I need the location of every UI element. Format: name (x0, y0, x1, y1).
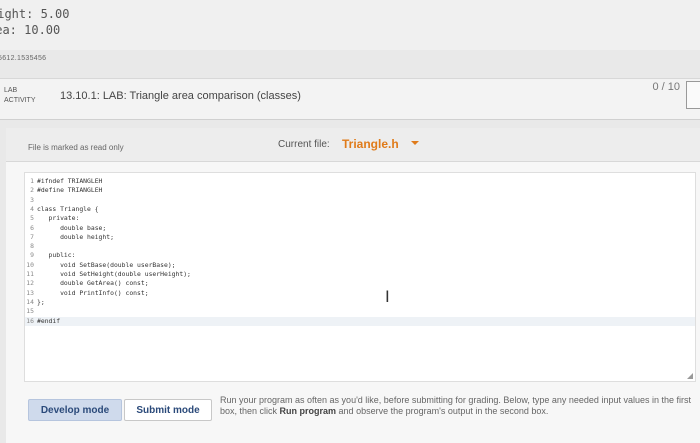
line-number: 14 (26, 297, 34, 306)
output-line-area: rea: 10.00 (0, 23, 61, 37)
code-line: 7 double height; (25, 233, 695, 242)
current-file-select[interactable]: Triangle.h (342, 137, 399, 151)
code-line: 12 double GetArea() const; (25, 279, 695, 288)
line-number: 10 (26, 260, 34, 269)
code-line: 9 public: (25, 251, 695, 260)
line-number: 7 (30, 232, 34, 241)
code-text: public: (37, 251, 76, 260)
badge-line-lab: LAB (4, 87, 18, 94)
code-text: void SetHeight(double userHeight); (37, 270, 191, 278)
line-number: 16 (26, 316, 34, 325)
line-number: 15 (26, 307, 34, 316)
code-line: 1 #ifndef TRIANGLEH (25, 177, 695, 186)
session-id: 5612.1535456 (0, 55, 47, 62)
chevron-down-icon[interactable] (411, 141, 419, 145)
resize-handle-icon[interactable] (687, 373, 693, 379)
code-line: 3 (25, 196, 695, 205)
line-number: 11 (26, 270, 34, 278)
output-line-height: eight: 5.00 (0, 7, 70, 21)
line-number: 4 (30, 204, 34, 213)
badge-line-activity: ACTIVITY (4, 97, 36, 104)
submit-mode-button[interactable]: Submit mode (124, 399, 212, 421)
code-line: 8 (25, 242, 695, 251)
current-file-label: Current file: (278, 139, 330, 150)
develop-mode-button[interactable]: Develop mode (28, 399, 122, 421)
mode-bar: Develop mode Submit mode Run your progra… (6, 392, 700, 443)
line-number: 5 (30, 214, 34, 223)
instructions-text-2: and observe the program's output in the … (336, 406, 549, 416)
text-cursor-icon: I (385, 287, 390, 306)
code-text: class Triangle { (37, 204, 99, 213)
run-instructions: Run your program as often as you'd like,… (220, 395, 694, 417)
line-number: 6 (30, 223, 34, 232)
code-text: double base; (37, 223, 107, 232)
line-number: 1 (30, 177, 34, 185)
line-number: 13 (26, 288, 34, 297)
line-number: 9 (30, 251, 34, 260)
code-line: 10 void SetBase(double userBase); (25, 261, 695, 270)
line-number: 3 (30, 195, 34, 204)
instructions-run-program: Run program (279, 406, 337, 416)
code-line: 6 double base; (25, 224, 695, 233)
program-output: eight: 5.00 rea: 10.00 (0, 0, 700, 50)
code-line: 2 #define TRIANGLEH (25, 186, 695, 195)
code-text: double height; (37, 232, 114, 241)
code-text: #endif (37, 316, 61, 325)
line-number: 2 (30, 186, 34, 195)
code-line: 5 private: (25, 214, 695, 223)
read-only-note: File is marked as read only (28, 143, 124, 152)
code-text: }; (37, 297, 45, 306)
code-line: 16 #endif (25, 316, 695, 326)
line-number: 8 (30, 242, 34, 251)
score-indicator (686, 81, 700, 109)
lab-content: File is marked as read only Current file… (6, 128, 700, 443)
code-text: void SetBase(double userBase); (37, 260, 176, 269)
code-line: 15 (25, 307, 695, 316)
code-text: double GetArea() const; (37, 279, 149, 288)
line-number: 12 (26, 279, 34, 288)
code-text: void PrintInfo() const; (37, 288, 149, 297)
lab-header: LAB ACTIVITY 13.10.1: LAB: Triangle area… (0, 78, 700, 120)
code-line: 13 void PrintInfo() const; (25, 289, 695, 298)
lab-title: 13.10.1: LAB: Triangle area comparison (… (60, 90, 301, 102)
file-bar: File is marked as read only Current file… (6, 128, 700, 162)
code-text: #define TRIANGLEH (37, 186, 103, 195)
code-line: 11 void SetHeight(double userHeight); (25, 270, 695, 279)
code-line: 14}; (25, 298, 695, 307)
code-text: private: (37, 214, 80, 223)
lab-activity-badge: LAB ACTIVITY (4, 86, 46, 106)
code-line: 4 class Triangle { (25, 205, 695, 214)
code-text: #ifndef TRIANGLEH (37, 177, 103, 185)
score: 0 / 10 (652, 81, 680, 93)
code-editor[interactable]: 16 #endif 15 14}; 13 void PrintInfo() const;… (24, 172, 696, 382)
